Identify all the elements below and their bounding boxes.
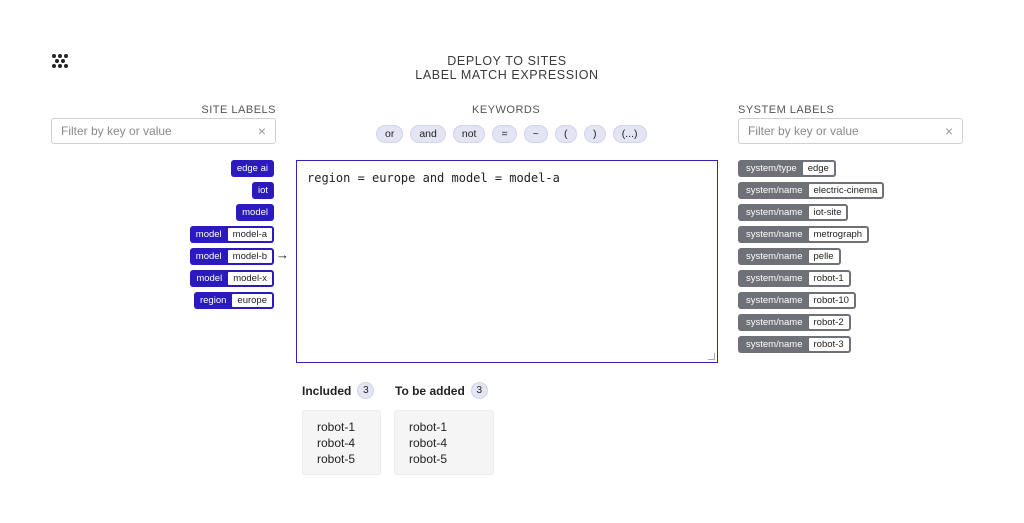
system-label-tag[interactable]: system/type edge xyxy=(738,160,836,177)
system-label-tag[interactable]: system/name iot-site xyxy=(738,204,849,221)
keyword-button[interactable]: or xyxy=(376,125,404,143)
list-item: robot-4 xyxy=(409,436,448,450)
label-key: system/name xyxy=(746,295,803,306)
expression-text: region = europe and model = model-a xyxy=(307,171,560,185)
label-key: edge ai xyxy=(236,163,268,174)
keywords-bar: or and not = ~ () (...) xyxy=(376,125,647,143)
site-label-tag[interactable]: model model-b xyxy=(189,248,274,265)
site-label-tag[interactable]: model model-a xyxy=(189,226,274,243)
included-list: robot-1 robot-4 robot-5 xyxy=(302,410,381,475)
list-item: robot-1 xyxy=(409,420,448,434)
label-key: system/name xyxy=(746,251,803,262)
keyword-button[interactable]: ( xyxy=(554,125,577,143)
system-label-tag[interactable]: system/name robot-2 xyxy=(738,314,851,331)
label-key: system/type xyxy=(746,163,797,174)
label-key: iot xyxy=(257,185,268,196)
site-label-tag[interactable]: model xyxy=(236,204,274,221)
clear-filter-icon[interactable]: × xyxy=(258,123,266,139)
to-be-added-count-badge: 3 xyxy=(470,382,488,399)
list-item: robot-5 xyxy=(409,452,448,466)
to-be-added-label: To be added xyxy=(395,383,465,398)
label-value: model-a xyxy=(227,228,272,241)
keyword-button[interactable]: ) xyxy=(583,125,606,143)
site-label-tag[interactable]: region europe xyxy=(193,292,274,309)
label-value: electric-cinema xyxy=(808,184,883,197)
list-item: robot-4 xyxy=(317,436,356,450)
label-value: model-x xyxy=(228,272,272,285)
label-value: europe xyxy=(232,294,272,307)
label-value: metrograph xyxy=(808,228,868,241)
site-labels-filter-input[interactable]: Filter by key or value × xyxy=(51,118,276,144)
system-label-tag[interactable]: system/name pelle xyxy=(738,248,841,265)
system-label-tag[interactable]: system/name electric-cinema xyxy=(738,182,885,199)
site-labels-title: SITE LABELS xyxy=(201,104,276,116)
site-labels-list: edge ai iot model model model-a model model-b m… xyxy=(189,160,274,309)
system-label-tag[interactable]: system/name robot-3 xyxy=(738,336,851,353)
label-value: iot-site xyxy=(808,206,847,219)
clear-filter-icon[interactable]: × xyxy=(945,123,953,139)
label-key: system/name xyxy=(746,207,803,218)
included-label: Included xyxy=(302,383,352,398)
keyword-button[interactable]: not xyxy=(452,125,486,143)
included-count-badge: 3 xyxy=(357,382,375,399)
system-labels-title: SYSTEM LABELS xyxy=(738,104,835,116)
site-label-tag[interactable]: iot xyxy=(251,182,274,199)
system-labels-filter-input[interactable]: Filter by key or value × xyxy=(738,118,963,144)
label-key: model xyxy=(195,229,222,240)
label-key: model xyxy=(196,273,223,284)
label-key: system/name xyxy=(746,185,803,196)
page-title: DEPLOY TO SITES LABEL MATCH EXPRESSION xyxy=(0,54,1014,82)
included-summary: Included 3 xyxy=(302,382,375,399)
label-value: pelle xyxy=(808,250,839,263)
label-key: system/name xyxy=(746,229,803,240)
label-key: model xyxy=(242,207,268,218)
keyword-button[interactable]: ~ xyxy=(523,125,548,143)
list-item: robot-1 xyxy=(317,420,356,434)
label-key: model xyxy=(195,251,222,262)
page-title-line-1: DEPLOY TO SITES xyxy=(447,54,567,68)
site-labels-filter-placeholder: Filter by key or value xyxy=(61,124,172,138)
label-value: edge xyxy=(802,162,834,175)
system-label-tag[interactable]: system/name metrograph xyxy=(738,226,870,243)
keyword-button[interactable]: and xyxy=(410,125,446,143)
list-item: robot-5 xyxy=(317,452,356,466)
to-be-added-summary: To be added 3 xyxy=(395,382,488,399)
site-label-tag[interactable]: model model-x xyxy=(190,270,274,287)
label-key: system/name xyxy=(746,339,803,350)
system-labels-list: system/type edge system/name electric-cinem… xyxy=(738,160,885,353)
label-value: robot-2 xyxy=(808,316,849,329)
to-be-added-list: robot-1 robot-4 robot-5 xyxy=(394,410,494,475)
label-value: robot-3 xyxy=(808,338,849,351)
system-labels-filter-placeholder: Filter by key or value xyxy=(748,124,859,138)
site-label-tag[interactable]: edge ai xyxy=(230,160,274,177)
label-key: system/name xyxy=(746,317,803,328)
system-label-tag[interactable]: system/name robot-1 xyxy=(738,270,851,287)
expression-editor[interactable]: region = europe and model = model-a xyxy=(296,160,718,363)
label-value: robot-10 xyxy=(808,294,854,307)
keyword-button[interactable]: = xyxy=(492,125,517,143)
resize-handle-icon[interactable] xyxy=(708,353,715,360)
label-value: model-b xyxy=(227,250,272,263)
keyword-button[interactable]: (...) xyxy=(612,125,647,143)
arrow-right-icon: → xyxy=(276,247,289,262)
keywords-title: KEYWORDS xyxy=(472,104,541,116)
label-value: robot-1 xyxy=(808,272,849,285)
system-label-tag[interactable]: system/name robot-10 xyxy=(738,292,856,309)
label-key: system/name xyxy=(746,273,803,284)
label-key: region xyxy=(199,295,227,306)
page-title-line-2: LABEL MATCH EXPRESSION xyxy=(415,68,599,82)
